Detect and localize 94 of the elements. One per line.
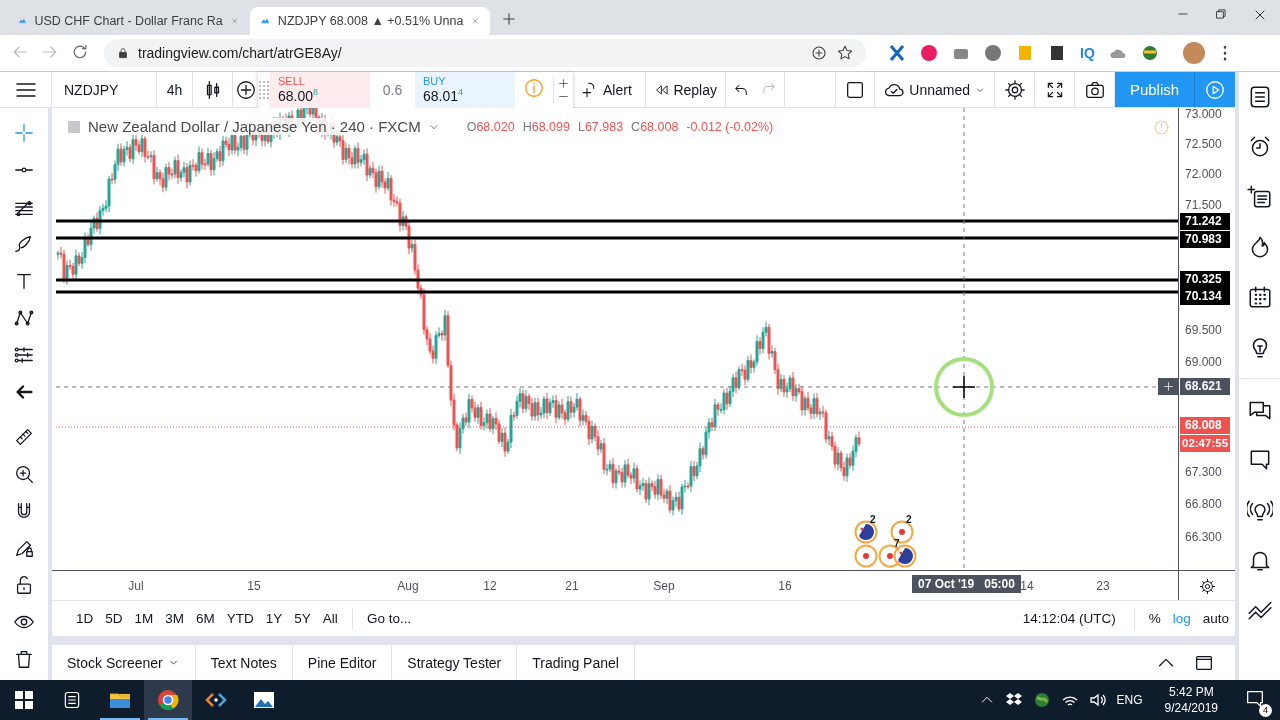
- time-tick: Jul: [128, 579, 144, 593]
- event-count: 2: [906, 514, 912, 525]
- clock[interactable]: 5:42 PM 9/24/2019: [1164, 684, 1218, 716]
- browser-tab[interactable]: USD CHF Chart - Dollar Franc Ra: [8, 7, 248, 35]
- ohlc-value: H68.099: [522, 119, 570, 134]
- alert-button[interactable]: Alert: [573, 72, 645, 107]
- replay-button[interactable]: Replay: [645, 72, 725, 107]
- price-tick: 71.500: [1185, 198, 1222, 212]
- time-tick: 23: [1096, 579, 1110, 593]
- play-button[interactable]: [1195, 72, 1235, 107]
- restore-icon[interactable]: [1214, 7, 1228, 21]
- range-button[interactable]: YTD: [220, 604, 260, 633]
- symbol-button[interactable]: NZDJPY: [64, 72, 119, 107]
- cursor-icon: [934, 357, 994, 417]
- profile-avatar[interactable]: [1182, 42, 1205, 64]
- add-alert-button[interactable]: [1158, 378, 1178, 395]
- range-button[interactable]: 6M: [190, 604, 221, 633]
- range-button[interactable]: 1D: [70, 604, 100, 633]
- price-change: -0.012 (-0.02%): [686, 119, 774, 134]
- task-view-icon[interactable]: [62, 690, 82, 710]
- ohlc-value: L67.983: [577, 119, 624, 134]
- extension-icon[interactable]: [888, 44, 906, 62]
- time-tick: 15: [247, 579, 261, 593]
- scale-option[interactable]: %: [1142, 604, 1167, 633]
- time-tick: 21: [565, 579, 579, 593]
- level-line[interactable]: [56, 236, 1178, 240]
- list-add-icon[interactable]: [1246, 184, 1273, 210]
- buy-button[interactable]: BUY 68.01$^{4}$: [415, 71, 515, 108]
- notification-count: 4: [1259, 703, 1272, 717]
- price-tick: 69.500: [1185, 323, 1222, 337]
- level-line[interactable]: [56, 290, 1178, 294]
- plus-icon[interactable]: [557, 76, 570, 90]
- level-line[interactable]: [56, 219, 1178, 223]
- event-count: 2: [870, 514, 876, 525]
- layout-name-button[interactable]: Unnamed: [875, 72, 995, 107]
- time-tick: 12: [483, 579, 497, 593]
- plus-icon: [1161, 380, 1175, 393]
- event-marker-icon[interactable]: [854, 544, 878, 568]
- calendar-icon[interactable]: [1246, 284, 1273, 310]
- time-tick: Aug: [397, 579, 419, 593]
- scale-option[interactable]: auto: [1196, 604, 1235, 633]
- bookmark-star-icon[interactable]: [836, 44, 854, 62]
- level-label: 71.242: [1180, 213, 1230, 230]
- speaker-icon[interactable]: [1088, 691, 1107, 709]
- address-bar[interactable]: tradingview.com/chart/atrGE8Ay/: [104, 39, 866, 67]
- sell-button[interactable]: SELL 68.00$^{8}$: [270, 71, 370, 108]
- countdown-label: 02:47:55: [1180, 435, 1230, 452]
- ohlc-value: C68.008: [631, 119, 679, 134]
- price-tick: 66.300: [1185, 530, 1222, 544]
- drag-handle[interactable]: [258, 79, 270, 100]
- level-label: 70.134: [1180, 288, 1230, 305]
- settings-icon[interactable]: [1198, 577, 1216, 595]
- add-symbol-icon[interactable]: [234, 78, 257, 101]
- price-tick: 72.000: [1185, 167, 1222, 181]
- new-tab-icon[interactable]: [500, 10, 518, 28]
- play-icon: [1204, 78, 1226, 101]
- range-button[interactable]: 5Y: [288, 604, 317, 633]
- ohlc-value: O68.020: [466, 119, 515, 134]
- price-tick: 66.800: [1185, 497, 1222, 511]
- taskbar-app[interactable]: [144, 680, 192, 720]
- globe-icon[interactable]: [1032, 691, 1051, 709]
- spread-value: 0.6: [381, 81, 404, 98]
- extension-icon[interactable]: [1048, 44, 1066, 62]
- lock-icon: [116, 46, 130, 60]
- time-tick: 16: [778, 579, 792, 593]
- time-tick: 14: [1020, 579, 1034, 593]
- price-tick: 67.300: [1185, 465, 1222, 479]
- range-button[interactable]: 1Y: [259, 604, 289, 633]
- crosshair-price-label: 68.621: [1180, 378, 1230, 395]
- symbol-title: New Zealand Dollar / Japanese Yen · 240 · FXCM: [88, 118, 421, 135]
- browser-tab[interactable]: NZDJPY 68.008 ▲ +0.51% Unna: [250, 7, 490, 35]
- level-label: 70.325: [1180, 271, 1230, 288]
- level-label: 70.983: [1180, 231, 1230, 248]
- range-button[interactable]: All: [316, 604, 344, 633]
- windows-logo-icon[interactable]: [15, 691, 33, 709]
- range-button[interactable]: 1M: [128, 604, 160, 633]
- chrome-icon: [156, 688, 180, 712]
- last-price-label: 68.008: [1180, 417, 1230, 434]
- price-tick: 72.500: [1185, 137, 1222, 151]
- zoom-icon[interactable]: [810, 44, 828, 62]
- range-button[interactable]: 3M: [159, 604, 191, 633]
- price-tick: 69.000: [1185, 355, 1222, 369]
- settings-icon[interactable]: [1003, 78, 1026, 101]
- range-button[interactable]: 5D: [99, 604, 129, 633]
- extension-label[interactable]: IQ: [1080, 45, 1095, 61]
- language-indicator[interactable]: ENG: [1116, 693, 1143, 707]
- crosshair-time-label: 07 Oct '19 05:00: [912, 575, 1021, 593]
- level-line[interactable]: [56, 278, 1178, 282]
- clock-label: 14:12:04 (UTC): [1022, 611, 1117, 626]
- event-count: 7: [894, 538, 900, 549]
- interval-button[interactable]: 4h: [158, 72, 191, 107]
- price-tick: 73.000: [1185, 108, 1222, 121]
- time-tick: Sep: [653, 579, 675, 593]
- go-to-button[interactable]: Go to...: [360, 604, 418, 633]
